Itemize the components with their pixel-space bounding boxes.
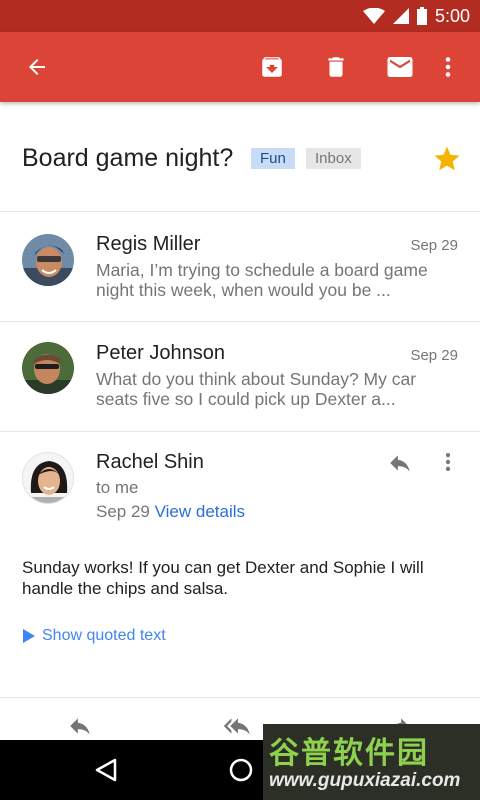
avatar-photo-icon (22, 342, 74, 394)
more-vert-icon (445, 453, 451, 471)
reply-icon (390, 455, 410, 472)
watermark-url: www.gupuxiazai.com (269, 770, 461, 791)
nav-home-button[interactable] (228, 740, 254, 800)
cell-signal-icon (392, 8, 409, 24)
system-nav-bar (0, 740, 263, 800)
overflow-menu-button[interactable] (426, 32, 470, 102)
arrow-back-icon (29, 59, 45, 75)
play-arrow-icon (23, 629, 35, 643)
star-button[interactable] (432, 144, 462, 179)
star-icon (434, 146, 460, 171)
back-button[interactable] (15, 32, 59, 102)
avatar (22, 234, 74, 286)
nav-home-icon (229, 758, 253, 782)
reply-icon (70, 718, 90, 735)
divider (0, 697, 480, 698)
recipient-line: to me (96, 478, 139, 497)
delete-icon (328, 57, 344, 77)
show-quoted-text-label: Show quoted text (42, 627, 166, 644)
status-bar: 5:00 (0, 0, 480, 32)
show-quoted-text-link[interactable]: Show quoted text (22, 627, 166, 645)
label-inbox[interactable]: Inbox (306, 148, 361, 169)
battery-icon (416, 7, 427, 25)
archive-icon (262, 57, 282, 77)
message-date-line: Sep 29 View details (96, 502, 245, 522)
message-snippet: Maria, I’m trying to schedule a board ga… (96, 260, 428, 300)
reply-all-icon (223, 718, 250, 735)
sender-name: Regis Miller (96, 233, 201, 255)
avatar-photo-icon (23, 453, 73, 503)
watermark-name: 谷普软件园 (269, 737, 429, 770)
message-date: Sep 29 (96, 502, 150, 521)
message-collapsed[interactable]: Peter Johnson Sep 29 What do you think a… (0, 322, 480, 432)
wifi-icon (362, 8, 385, 24)
message-collapsed[interactable]: Regis Miller Sep 29 Maria, I’m trying to… (0, 212, 480, 322)
archive-button[interactable] (250, 32, 294, 102)
thread-header: Board game night? Fun Inbox (0, 102, 480, 212)
nav-back-button[interactable] (93, 740, 119, 800)
mark-unread-icon (387, 57, 413, 77)
nav-back-icon (95, 758, 117, 782)
status-time: 5:00 (434, 5, 470, 26)
sender-name: Rachel Shin (96, 451, 204, 473)
message-date: Sep 29 (410, 237, 458, 254)
status-icons: 5:00 (362, 0, 470, 32)
thread-subject: Board game night? (22, 144, 234, 172)
avatar (22, 342, 74, 394)
reply-button[interactable] (385, 450, 415, 481)
sender-name: Peter Johnson (96, 342, 225, 364)
message-snippet: What do you think about Sunday? My car s… (96, 369, 417, 409)
app-bar (0, 32, 480, 102)
more-vert-icon (445, 57, 451, 77)
view-details-link[interactable]: View details (155, 502, 245, 521)
watermark: 谷普软件园 www.gupuxiazai.com (263, 724, 480, 800)
message-body: Sunday works! If you can get Dexter and … (22, 558, 424, 598)
label-fun[interactable]: Fun (251, 148, 295, 169)
avatar (22, 452, 74, 504)
message-overflow-button[interactable] (437, 450, 459, 479)
mark-unread-button[interactable] (378, 32, 422, 102)
avatar-photo-icon (22, 234, 74, 286)
delete-button[interactable] (314, 32, 358, 102)
message-date: Sep 29 (410, 347, 458, 364)
